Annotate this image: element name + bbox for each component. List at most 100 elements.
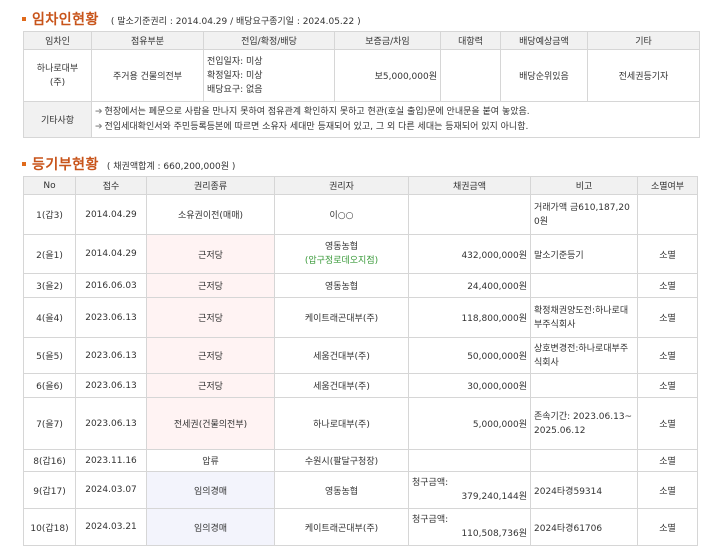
row-no: 10(갑18) (23, 508, 76, 546)
arrow-right-icon: ➔ (95, 121, 103, 132)
lease-header-part: 점유부분 (91, 31, 204, 50)
lease-header-deposit: 보증금/차임 (334, 31, 441, 50)
row-extinct: 소멸 (637, 297, 698, 338)
row-note: 말소기준등기 (530, 234, 638, 274)
row-kind: 근저당 (146, 234, 275, 274)
registry-table: No 접수 권리종류 권리자 채권금액 비고 소멸여부 1(갑3) 2014.0… (23, 176, 698, 546)
row-note: 2024타경59314 (530, 471, 638, 509)
row-no: 1(갑3) (23, 194, 76, 235)
table-row: 9(갑17) 2024.03.07 임의경매 영동농협 청구금액: 379,24… (23, 471, 698, 509)
row-amount: 청구금액: 110,508,736원 (408, 508, 531, 546)
row-note (530, 373, 638, 398)
lease-etc-content: ➔ 현장에서는 폐문으로 사람을 만나지 못하여 점유관계 확인하지 못하고 현관… (91, 101, 700, 138)
lease-tenant: 하나로대부 (주) (23, 49, 92, 102)
registry-header-extinct: 소멸여부 (637, 176, 698, 195)
row-amount-label: 청구금액: (412, 478, 449, 488)
table-row: 3(을2) 2016.06.03 근저당 영동농협 24,400,000원 소멸 (23, 273, 698, 298)
bullet-icon (22, 17, 26, 21)
registry-header-date: 접수 (75, 176, 147, 195)
lease-table: 임차인 점유부분 전입/확정/배당 보증금/차임 대항력 배당예상금액 기타 하… (23, 31, 700, 138)
bullet-icon (22, 162, 26, 166)
row-kind: 근저당 (146, 337, 275, 374)
row-extinct: 소멸 (637, 471, 698, 509)
lease-etc-label: 기타사항 (23, 101, 92, 138)
row-kind: 압류 (146, 449, 275, 472)
row-no: 6(을6) (23, 373, 76, 398)
row-amount: 5,000,000원 (408, 397, 531, 450)
row-kind: 전세권(건물의전부) (146, 397, 275, 450)
table-row: 10(갑18) 2024.03.21 임의경매 케이트래곤대부(주) 청구금액:… (23, 508, 698, 546)
lease-etc-row: 기타사항 ➔ 현장에서는 폐문으로 사람을 만나지 못하여 점유관계 확인하지 못… (23, 101, 700, 138)
row-date: 2016.06.03 (75, 273, 147, 298)
row-date: 2014.04.29 (75, 194, 147, 235)
row-extinct: 소멸 (637, 234, 698, 274)
arrow-right-icon: ➔ (95, 106, 103, 117)
registry-section-header: 등기부현황 ( 채권액합계 : 660,200,000원 ) (22, 154, 235, 174)
row-date: 2023.06.13 (75, 373, 147, 398)
row-holder-branch: (압구정로데오지점) (304, 256, 379, 266)
registry-section-note: ( 채권액합계 : 660,200,000원 ) (106, 162, 236, 172)
lease-expected: 배당순위있음 (500, 49, 588, 102)
table-row: 8(갑16) 2023.11.16 압류 수원시(팔달구청장) 소멸 (23, 449, 698, 472)
table-row: 2(을1) 2014.04.29 근저당 영동농협 (압구정로데오지점) 432… (23, 234, 698, 274)
table-row: 6(을6) 2023.06.13 근저당 세움건대부(주) 30,000,000… (23, 373, 698, 398)
row-date: 2023.11.16 (75, 449, 147, 472)
row-note: 상호변경전:하나로대부주식회사 (530, 337, 638, 374)
row-no: 7(을7) (23, 397, 76, 450)
row-note: 거래가액 금610,187,200원 (530, 194, 638, 235)
row-amount: 30,000,000원 (408, 373, 531, 398)
row-holder: 이○○ (274, 194, 409, 235)
row-note: 존속기간: 2023.06.13~2025.06.12 (530, 397, 638, 450)
row-no: 5(을5) (23, 337, 76, 374)
row-extinct: 소멸 (637, 449, 698, 472)
row-amount: 청구금액: 379,240,144원 (408, 471, 531, 509)
row-date: 2024.03.21 (75, 508, 147, 546)
row-amount (408, 194, 531, 235)
lease-row: 하나로대부 (주) 주거용 건물의전부 전입일자: 미상 확정일자: 미상 배당… (23, 49, 700, 102)
row-extinct: 소멸 (637, 397, 698, 450)
row-date: 2014.04.29 (75, 234, 147, 274)
lease-header-etc: 기타 (587, 31, 700, 50)
lease-header-dates: 전입/확정/배당 (203, 31, 335, 50)
row-no: 2(을1) (23, 234, 76, 274)
row-note (530, 273, 638, 298)
registry-header-no: No (23, 176, 76, 195)
row-holder: 영동농협 (274, 273, 409, 298)
lease-header-tenant: 임차인 (23, 31, 92, 50)
row-extinct: 소멸 (637, 508, 698, 546)
registry-header-kind: 권리종류 (146, 176, 275, 195)
row-date: 2023.06.13 (75, 337, 147, 374)
table-row: 1(갑3) 2014.04.29 소유권이전(매매) 이○○ 거래가액 금610… (23, 194, 698, 235)
lease-section-header: 임차인현황 ( 말소기준권리 : 2014.04.29 / 배당요구종기일 : … (22, 9, 361, 29)
lease-opposing (440, 49, 501, 102)
row-kind: 근저당 (146, 273, 275, 298)
registry-header-holder: 권리자 (274, 176, 409, 195)
registry-header-amount: 채권금액 (408, 176, 531, 195)
row-no: 9(갑17) (23, 471, 76, 509)
row-holder: 하나로대부(주) (274, 397, 409, 450)
row-date: 2024.03.07 (75, 471, 147, 509)
row-extinct: 소멸 (637, 273, 698, 298)
row-holder: 세움건대부(주) (274, 337, 409, 374)
table-row: 7(을7) 2023.06.13 전세권(건물의전부) 하나로대부(주) 5,0… (23, 397, 698, 450)
row-holder: 수원시(팔달구청장) (274, 449, 409, 472)
row-amount: 118,800,000원 (408, 297, 531, 338)
row-note: 확정채권양도전:하나로대부주식회사 (530, 297, 638, 338)
lease-section-note: ( 말소기준권리 : 2014.04.29 / 배당요구종기일 : 2024.0… (110, 17, 361, 27)
row-extinct (637, 194, 698, 235)
row-note: 2024타경61706 (530, 508, 638, 546)
lease-section-title: 임차인현황 (32, 12, 99, 28)
lease-etc: 전세권등기자 (587, 49, 700, 102)
row-kind: 근저당 (146, 297, 275, 338)
lease-header-opposing: 대항력 (440, 31, 501, 50)
row-no: 8(갑16) (23, 449, 76, 472)
row-date: 2023.06.13 (75, 397, 147, 450)
lease-header-expected: 배당예상금액 (500, 31, 588, 50)
row-holder: 영동농협 (274, 471, 409, 509)
row-kind: 소유권이전(매매) (146, 194, 275, 235)
row-no: 3(을2) (23, 273, 76, 298)
row-kind: 임의경매 (146, 508, 275, 546)
row-note (530, 449, 638, 472)
lease-dates: 전입일자: 미상 확정일자: 미상 배당요구: 없음 (203, 49, 335, 102)
lease-etc-line-1: 현장에서는 폐문으로 사람을 만나지 못하여 점유관계 확인하지 못하고 현관(… (104, 106, 530, 117)
